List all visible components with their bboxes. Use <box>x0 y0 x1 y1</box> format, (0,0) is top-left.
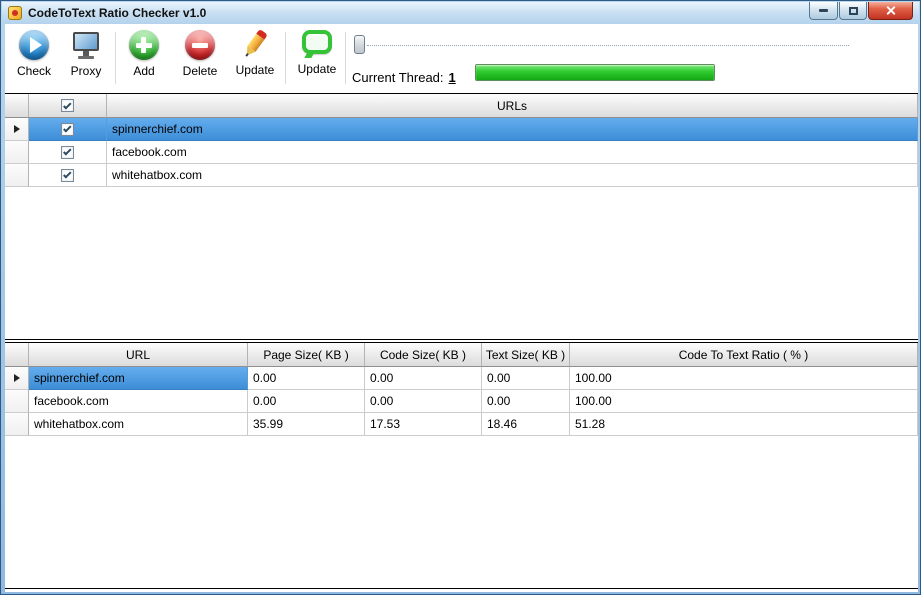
result-text-size-cell[interactable]: 18.46 <box>482 413 570 436</box>
urls-column-header[interactable]: URLs <box>107 94 918 118</box>
result-url-cell[interactable]: facebook.com <box>29 390 248 413</box>
url-checkbox-cell[interactable] <box>29 118 107 141</box>
toolbar-separator <box>345 32 346 84</box>
row-selector[interactable] <box>5 118 29 141</box>
code-size-column-header[interactable]: Code Size( KB ) <box>365 343 482 367</box>
result-page-size-cell[interactable]: 0.00 <box>248 390 365 413</box>
progress-fill <box>476 65 714 80</box>
url-cell[interactable]: facebook.com <box>107 141 918 164</box>
url-grid-header-row: URLs <box>5 94 918 118</box>
update2-button-label: Update <box>298 62 337 76</box>
progress-bar <box>475 64 715 81</box>
url-grid-row[interactable]: facebook.com <box>5 141 918 164</box>
add-plus-icon <box>129 30 159 60</box>
update-pencil-icon <box>241 28 268 59</box>
add-button[interactable]: Add <box>121 30 167 86</box>
checkmark-icon <box>63 101 71 109</box>
row-selector[interactable] <box>5 164 29 187</box>
update-bubble-icon <box>301 30 333 58</box>
url-grid-row[interactable]: spinnerchief.com <box>5 118 918 141</box>
result-code-size-cell[interactable]: 0.00 <box>365 390 482 413</box>
row-selector[interactable] <box>5 367 29 390</box>
url-checkbox-cell[interactable] <box>29 141 107 164</box>
page-size-column-header[interactable]: Page Size( KB ) <box>248 343 365 367</box>
close-icon <box>885 5 896 16</box>
toolbar-separator <box>115 32 116 84</box>
result-ratio-cell[interactable]: 51.28 <box>570 413 918 436</box>
minimize-icon <box>819 9 828 12</box>
delete-button-label: Delete <box>183 64 218 78</box>
toolbar-separator <box>285 32 286 84</box>
row-selector[interactable] <box>5 141 29 164</box>
app-window: CodeToText Ratio Checker v1.0 Check Prox… <box>0 0 921 595</box>
app-icon[interactable] <box>8 6 22 20</box>
toolbar: Check Proxy Add Delete Update <box>5 24 918 93</box>
row-selector[interactable] <box>5 413 29 436</box>
url-column-header[interactable]: URL <box>29 343 248 367</box>
check-play-icon <box>19 30 49 60</box>
result-code-size-cell[interactable]: 17.53 <box>365 413 482 436</box>
result-ratio-cell[interactable]: 100.00 <box>570 367 918 390</box>
current-row-indicator-icon <box>14 125 20 133</box>
update-button[interactable]: Update <box>229 30 281 86</box>
update2-button[interactable]: Update <box>291 30 343 86</box>
select-all-header-cell[interactable] <box>29 94 107 118</box>
titlebar: CodeToText Ratio Checker v1.0 <box>2 2 919 24</box>
results-grid-row[interactable]: facebook.com 0.00 0.00 0.00 100.00 <box>5 390 918 413</box>
result-text-size-cell[interactable]: 0.00 <box>482 367 570 390</box>
url-grid: URLs spinnerchief.com facebook.com <box>5 93 918 340</box>
checkmark-icon <box>63 170 71 178</box>
url-checkbox[interactable] <box>61 146 74 159</box>
result-ratio-cell[interactable]: 100.00 <box>570 390 918 413</box>
result-page-size-cell[interactable]: 35.99 <box>248 413 365 436</box>
results-grid: URL Page Size( KB ) Code Size( KB ) Text… <box>5 342 918 589</box>
select-all-checkbox[interactable] <box>61 99 74 112</box>
results-grid-row[interactable]: spinnerchief.com 0.00 0.00 0.00 100.00 <box>5 367 918 390</box>
minimize-button[interactable] <box>809 2 838 20</box>
delete-minus-icon <box>185 30 215 60</box>
result-text-size-cell[interactable]: 0.00 <box>482 390 570 413</box>
proxy-button-label: Proxy <box>71 64 102 78</box>
row-selector[interactable] <box>5 390 29 413</box>
window-controls <box>808 2 913 20</box>
ratio-column-header[interactable]: Code To Text Ratio ( % ) <box>570 343 918 367</box>
thread-slider[interactable] <box>349 32 851 56</box>
window-title: CodeToText Ratio Checker v1.0 <box>28 2 206 24</box>
delete-button[interactable]: Delete <box>175 30 225 86</box>
url-grid-row[interactable]: whitehatbox.com <box>5 164 918 187</box>
current-row-indicator-icon <box>14 374 20 382</box>
url-checkbox-cell[interactable] <box>29 164 107 187</box>
proxy-monitor-icon <box>71 30 101 60</box>
current-thread-label: Current Thread: <box>352 70 444 85</box>
result-url-cell[interactable]: spinnerchief.com <box>29 367 248 390</box>
result-page-size-cell[interactable]: 0.00 <box>248 367 365 390</box>
slider-track[interactable] <box>367 45 849 46</box>
current-thread: Current Thread: 1 <box>352 70 456 85</box>
checkmark-icon <box>63 124 71 132</box>
slider-thumb[interactable] <box>354 35 365 54</box>
result-url-cell[interactable]: whitehatbox.com <box>29 413 248 436</box>
current-thread-value: 1 <box>449 70 456 85</box>
url-cell[interactable]: spinnerchief.com <box>107 118 918 141</box>
client-area: Check Proxy Add Delete Update <box>5 24 918 592</box>
results-grid-header-row: URL Page Size( KB ) Code Size( KB ) Text… <box>5 343 918 367</box>
maximize-button[interactable] <box>839 2 867 20</box>
check-button-label: Check <box>17 64 51 78</box>
check-button[interactable]: Check <box>11 30 57 86</box>
update-button-label: Update <box>236 63 275 77</box>
result-code-size-cell[interactable]: 0.00 <box>365 367 482 390</box>
text-size-column-header[interactable]: Text Size( KB ) <box>482 343 570 367</box>
add-button-label: Add <box>133 64 154 78</box>
url-checkbox[interactable] <box>61 169 74 182</box>
url-grid-corner-cell[interactable] <box>5 94 29 118</box>
proxy-button[interactable]: Proxy <box>63 30 109 86</box>
maximize-icon <box>849 7 858 15</box>
results-grid-row[interactable]: whitehatbox.com 35.99 17.53 18.46 51.28 <box>5 413 918 436</box>
url-checkbox[interactable] <box>61 123 74 136</box>
url-cell[interactable]: whitehatbox.com <box>107 164 918 187</box>
results-grid-corner-cell[interactable] <box>5 343 29 367</box>
close-button[interactable] <box>868 2 913 20</box>
checkmark-icon <box>63 147 71 155</box>
